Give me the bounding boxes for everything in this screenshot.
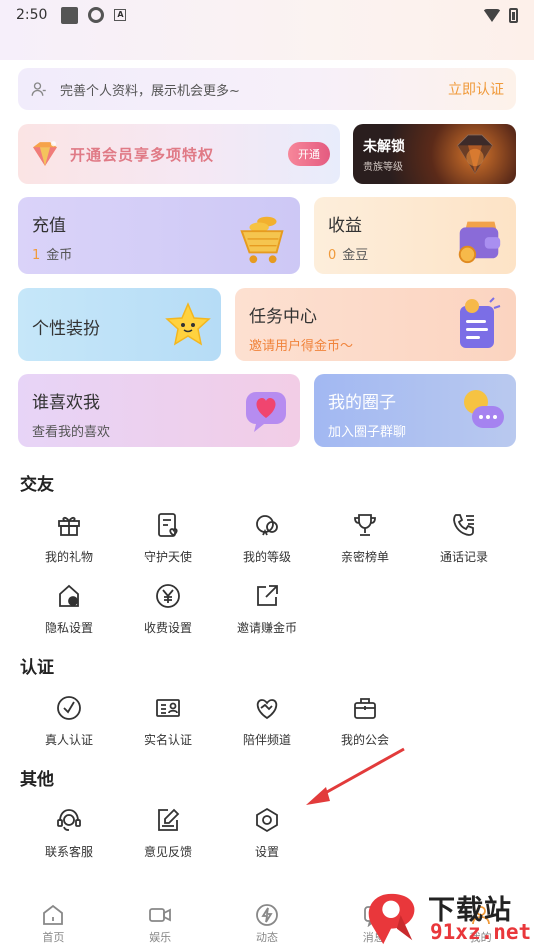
video-camera-icon <box>149 908 172 922</box>
nav-home[interactable]: 首页 <box>0 895 107 950</box>
who-likes-me-tile[interactable]: 谁喜欢我 查看我的喜欢 <box>18 374 300 447</box>
user-outline-icon <box>31 82 46 96</box>
menu-customer-service[interactable]: 联系客服 <box>19 806 119 860</box>
bean-count: 0 <box>328 248 337 263</box>
aperture-icon <box>88 7 105 23</box>
gift-icon <box>58 516 80 536</box>
level-badge-icon <box>256 515 278 536</box>
menu-feedback[interactable]: 意见反馈 <box>118 806 218 860</box>
my-circle-tile[interactable]: 我的圈子 加入圈子群聊 <box>314 374 516 447</box>
status-time: 2:50 <box>16 7 48 23</box>
menu-real-name-verify[interactable]: 实名认证 <box>118 694 218 748</box>
open-vip-button[interactable]: 开通 <box>288 142 330 166</box>
menu-fee-settings[interactable]: 收费设置 <box>118 582 218 636</box>
menu-my-gifts[interactable]: 我的礼物 <box>19 511 119 565</box>
menu-companion-channel[interactable]: 陪伴频道 <box>217 694 317 748</box>
home-icon <box>43 904 64 925</box>
site-watermark: 下载站 91xz.net <box>360 884 534 950</box>
menu-intimacy-ranking[interactable]: 亲密榜单 <box>315 511 415 565</box>
red-arrow-annotation <box>306 747 405 805</box>
coin-count: 1 <box>32 248 41 263</box>
notification-square-icon <box>61 6 79 24</box>
recharge-tile[interactable]: 充值 1 金币 <box>18 197 300 274</box>
profile-completion-banner[interactable]: 完善个人资料，展示机会更多~ 立即认证 <box>18 68 516 110</box>
wallet-icon <box>458 221 501 264</box>
menu-invite-earn[interactable]: 邀请赚金币 <box>217 582 317 636</box>
menu-my-level[interactable]: 我的等级 <box>217 511 317 565</box>
lightning-circle-icon <box>256 904 278 926</box>
menu-real-person-verify[interactable]: 真人认证 <box>19 694 119 748</box>
nav-entertainment[interactable]: 娱乐 <box>107 895 214 950</box>
status-bar: 2:50 A <box>0 0 534 30</box>
vip-banner[interactable]: 开通会员享多项特权 开通 <box>18 124 340 184</box>
dressup-tile[interactable]: 个性装扮 <box>18 288 221 361</box>
check-circle-icon <box>57 696 81 720</box>
bean-unit: 金豆 <box>342 248 369 263</box>
document-heart-icon <box>158 513 178 537</box>
briefcase-icon <box>354 698 376 719</box>
verify-now-link[interactable]: 立即认证 <box>448 79 504 99</box>
menu-call-records[interactable]: 通话记录 <box>414 511 514 565</box>
phone-list-icon <box>453 514 474 536</box>
battery-icon <box>509 7 518 23</box>
nav-moments[interactable]: 动态 <box>214 895 321 950</box>
a-notification-icon: A <box>114 9 127 21</box>
coin-unit: 金币 <box>46 248 73 263</box>
noble-level-card[interactable]: 未解锁 贵族等级 <box>353 124 516 184</box>
privacy-house-icon <box>59 584 79 607</box>
heart-handshake-icon <box>256 699 278 720</box>
menu-my-guild[interactable]: 我的公会 <box>315 694 415 748</box>
watermark-line2: 91xz.net <box>430 920 532 944</box>
section-title-other: 其他 <box>20 770 54 790</box>
headset-icon <box>57 809 81 831</box>
section-title-social: 交友 <box>20 475 54 495</box>
section-title-verify: 认证 <box>20 658 54 678</box>
profile-prompt-text: 完善个人资料，展示机会更多~ <box>60 83 240 99</box>
diamond-icon <box>457 134 493 174</box>
heart-bubble-icon <box>246 392 286 432</box>
task-clipboard-icon <box>460 297 501 348</box>
edit-note-icon <box>158 808 180 831</box>
trophy-icon <box>354 514 376 536</box>
vip-promo-text: 开通会员享多项特权 <box>70 145 215 164</box>
vip-gem-icon <box>33 141 57 166</box>
yen-coin-icon <box>156 584 180 608</box>
wifi-icon <box>483 8 501 22</box>
share-box-icon <box>257 585 278 606</box>
star-icon <box>165 302 211 346</box>
watermark-logo <box>368 893 415 945</box>
shopping-cart-icon <box>240 216 284 264</box>
menu-settings[interactable]: 设置 <box>217 806 317 860</box>
chat-bubbles-icon <box>464 390 504 428</box>
hexagon-settings-icon <box>256 807 278 833</box>
menu-guardian-angel[interactable]: 守护天使 <box>118 511 218 565</box>
id-card-icon <box>156 699 180 717</box>
task-center-tile[interactable]: 任务中心 邀请用户得金币～ <box>235 288 516 361</box>
menu-privacy-settings[interactable]: 隐私设置 <box>19 582 119 636</box>
income-tile[interactable]: 收益 0 金豆 <box>314 197 516 274</box>
